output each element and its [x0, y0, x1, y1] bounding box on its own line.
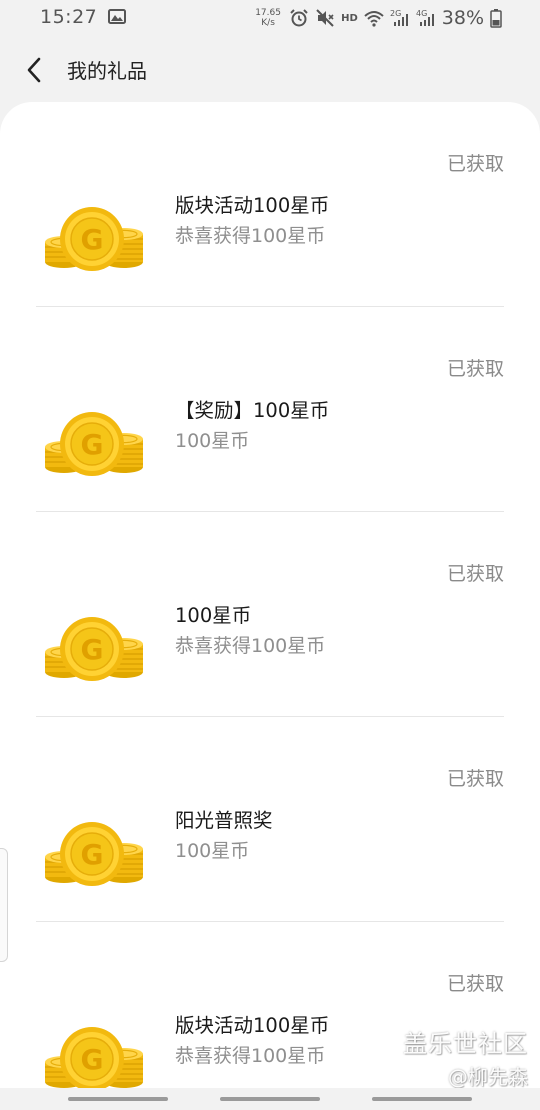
image-icon [108, 9, 126, 24]
header: 我的礼品 [0, 38, 540, 102]
gift-item[interactable]: 已获取 100星币 恭喜获得100星币 [0, 512, 540, 717]
gift-subtitle: 100星币 [175, 430, 250, 452]
coin-icon [44, 616, 144, 682]
status-time: 15:27 [40, 6, 98, 28]
hd-label: HD [341, 12, 358, 24]
back-button[interactable] [18, 52, 52, 88]
gift-status: 已获取 [446, 768, 504, 790]
mute-icon [316, 9, 334, 27]
gift-status: 已获取 [446, 358, 504, 380]
gift-subtitle: 恭喜获得100星币 [175, 635, 326, 657]
gift-title: 【奖励】100星币 [175, 399, 330, 422]
nav-back-button[interactable] [372, 1097, 472, 1101]
svg-text:4G: 4G [416, 9, 427, 18]
gift-title: 版块活动100星币 [175, 194, 330, 217]
gift-status: 已获取 [446, 973, 504, 995]
gift-title: 版块活动100星币 [175, 1014, 330, 1037]
battery-percent: 38% [441, 7, 484, 29]
nav-home-button[interactable] [220, 1097, 320, 1101]
watermark-brand: 盖乐世社区 [403, 1030, 528, 1058]
gift-title: 阳光普照奖 [175, 809, 273, 832]
coin-icon [44, 411, 144, 477]
gift-item[interactable]: 已获取 版块活动100星币 恭喜获得100星币 [0, 102, 540, 307]
navigation-bar [0, 1088, 540, 1110]
gift-item[interactable]: 已获取 阳光普照奖 100星币 [0, 717, 540, 922]
gift-subtitle: 100星币 [175, 840, 250, 862]
gift-item[interactable]: 已获取 【奖励】100星币 100星币 [0, 307, 540, 512]
wifi-icon [364, 11, 384, 27]
gift-status: 已获取 [446, 153, 504, 175]
watermark-user: @柳先森 [448, 1065, 528, 1089]
gift-title: 100星币 [175, 604, 252, 627]
net-speed-value: 17.65 [255, 8, 281, 18]
coin-icon [44, 206, 144, 272]
signal-2g-icon: 2G [390, 9, 408, 26]
net-speed-unit: K/s [261, 18, 275, 28]
status-icons: 17.65 K/s HD 2G 4G 38% [253, 4, 502, 32]
signal-4g-icon: 4G [416, 9, 434, 26]
coin-icon [44, 821, 144, 887]
battery-icon [490, 9, 502, 28]
nav-recent-button[interactable] [68, 1097, 168, 1101]
net-speed: 17.65 K/s [253, 8, 283, 28]
gift-subtitle: 恭喜获得100星币 [175, 225, 326, 247]
page-title: 我的礼品 [67, 59, 147, 83]
gift-subtitle: 恭喜获得100星币 [175, 1045, 326, 1067]
gift-status: 已获取 [446, 563, 504, 585]
svg-text:2G: 2G [390, 9, 401, 18]
chevron-left-icon [27, 57, 41, 83]
watermark: 盖乐世社区 @柳先森 [403, 1024, 528, 1090]
edge-panel-handle[interactable] [0, 848, 8, 962]
alarm-icon [290, 9, 308, 27]
status-bar: 15:27 17.65 K/s HD 2G 4G 38% [0, 0, 540, 38]
gift-list: 已获取 版块活动100星币 恭喜获得100星币 已获取 【奖励】100星币 10… [0, 102, 540, 1110]
coin-icon [44, 1026, 144, 1092]
